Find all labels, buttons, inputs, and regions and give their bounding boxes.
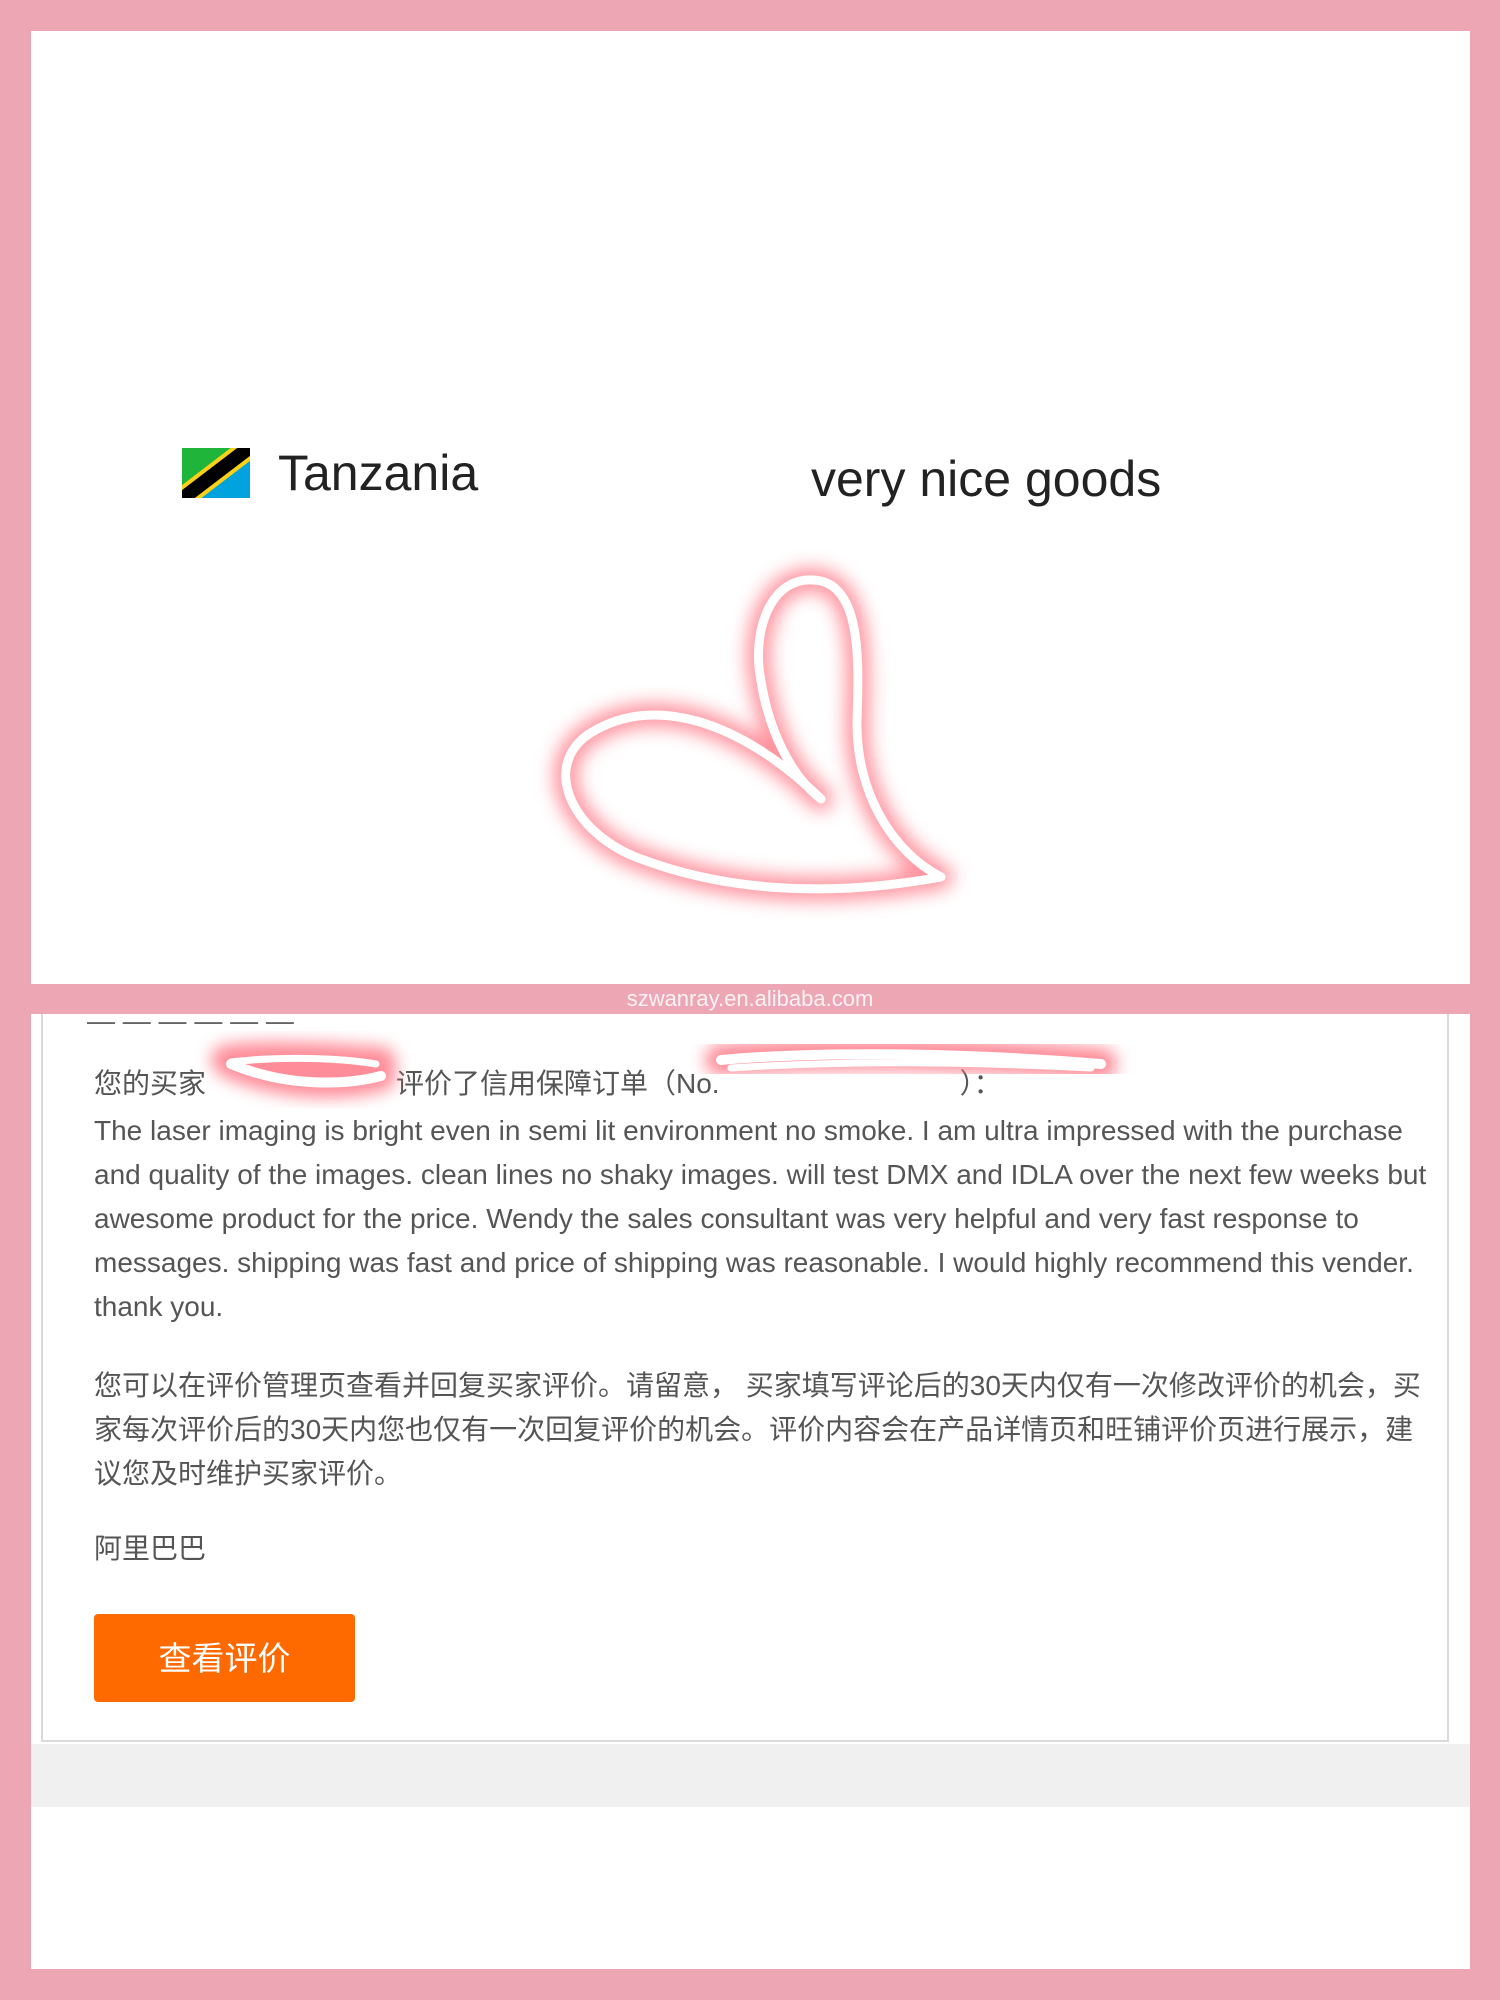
notice-suffix: ）： — [959, 1068, 1002, 1099]
view-review-button[interactable]: 查看评价 — [94, 1614, 355, 1702]
review-text: The laser imaging is bright even in semi… — [94, 1115, 1427, 1322]
review-highlight-panel: Tanzania very nice goods — [31, 31, 1470, 984]
store-watermark: szwanray.en.alibaba.com — [626, 986, 874, 1011]
review-tagline: very nice goods — [811, 451, 1162, 507]
reply-advice-text: 您可以在评价管理页查看并回复买家评价。请留意， 买家填写评论后的30天内仅有一次… — [94, 1370, 1421, 1489]
country-name: Tanzania — [278, 445, 479, 501]
order-notice: 您的买家 评价了信用保障订单（No. ）： — [94, 1064, 1434, 1104]
email-footer-band — [31, 1744, 1470, 1807]
notice-middle: 评价了信用保障订单（No. — [396, 1068, 720, 1099]
tanzania-flag-icon — [182, 448, 250, 498]
notice-prefix: 您的买家 — [94, 1068, 207, 1099]
email-screenshot-panel: — — — — — — 您的买家 评价了信用保障订单（No. ）： The lase… — [31, 1014, 1470, 1969]
sender-signature: 阿里巴巴 — [94, 1533, 207, 1564]
cut-off-line: — — — — — — — [87, 1014, 294, 1028]
hand-drawn-heart-icon — [553, 567, 953, 901]
